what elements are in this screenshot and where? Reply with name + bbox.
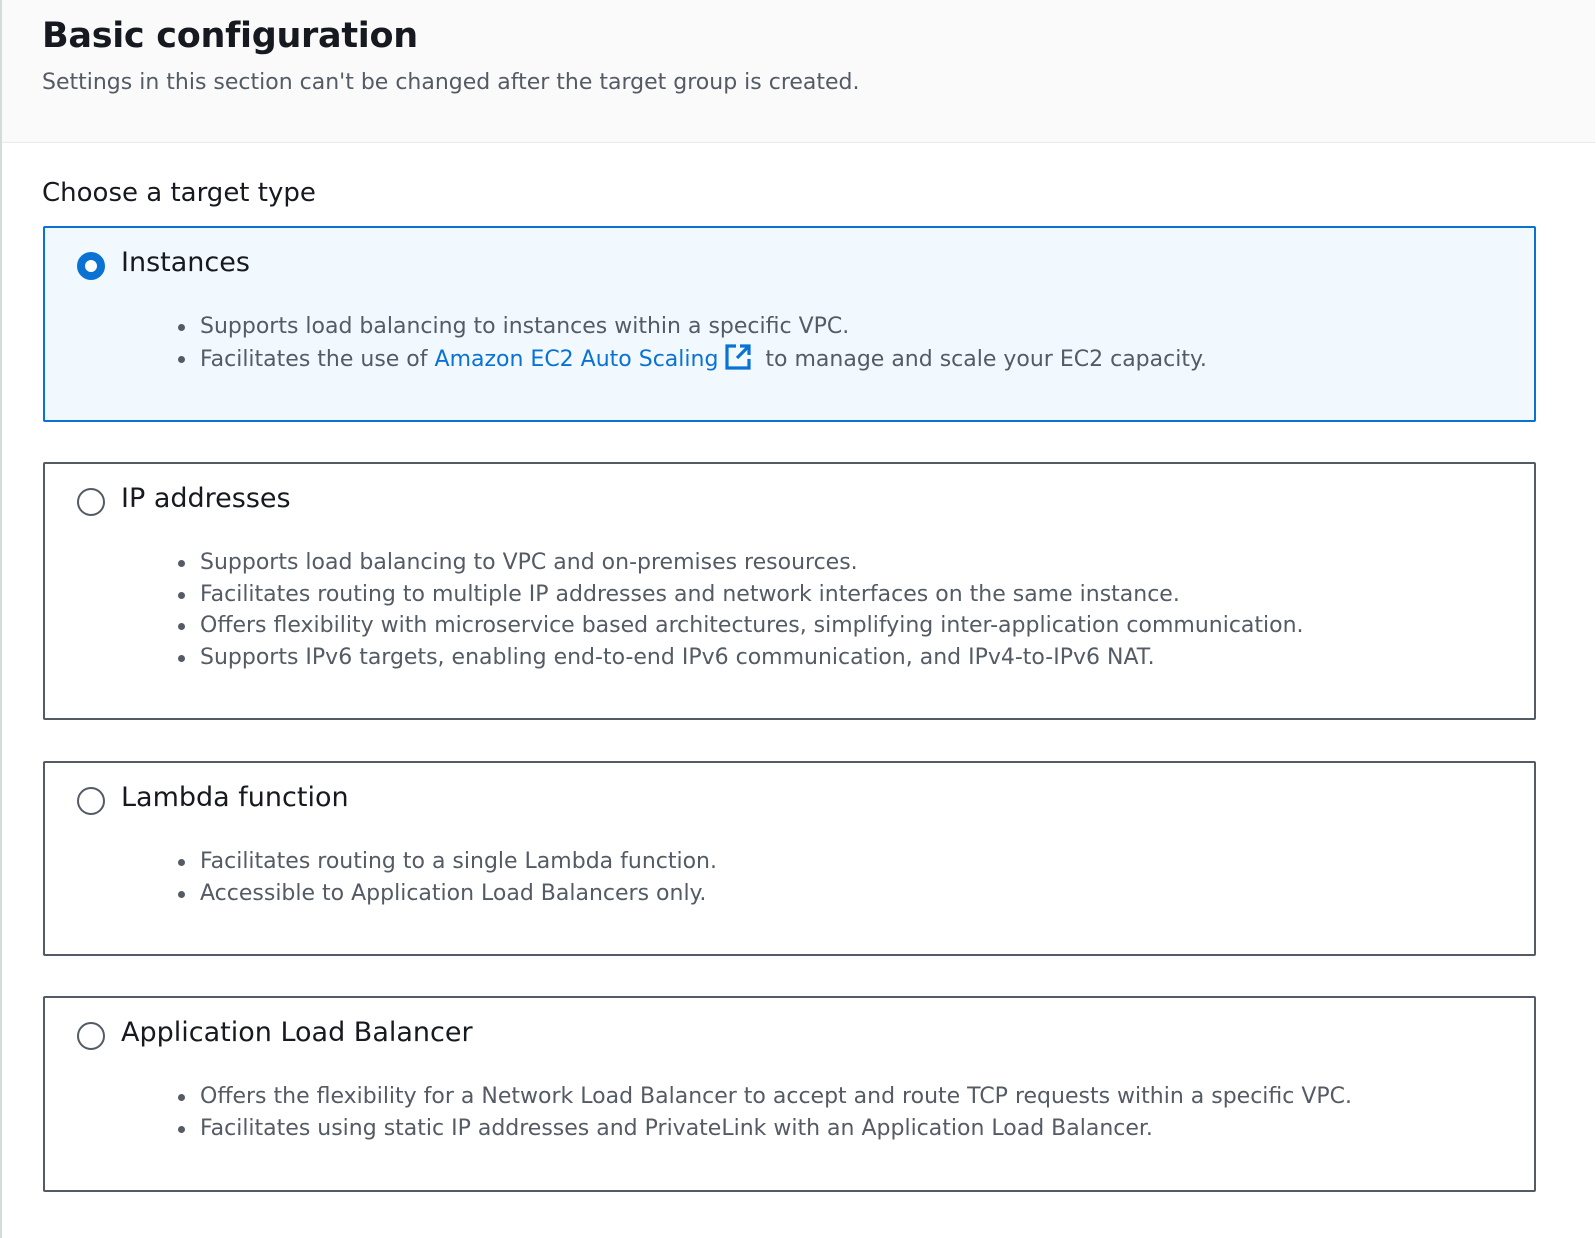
target-type-label: Choose a target type — [42, 178, 316, 208]
bullet-item: Facilitates routing to multiple IP addre… — [178, 579, 1304, 611]
option-bullets-application-load-balancer: Offers the flexibility for a Network Loa… — [177, 1081, 1352, 1145]
radio-instances-checked[interactable] — [77, 252, 105, 280]
bullet-item: Facilitates routing to a single Lambda f… — [178, 846, 717, 878]
bullet-item: Offers the flexibility for a Network Loa… — [177, 1081, 1352, 1113]
panel-title: Basic configuration — [42, 16, 418, 56]
panel-header: Basic configuration Settings in this sec… — [2, 0, 1595, 143]
external-link-icon[interactable] — [724, 343, 752, 371]
bullet-text-suffix: to manage and scale your EC2 capacity. — [758, 346, 1207, 372]
target-type-option-ip-addresses[interactable]: IP addresses Supports load balancing to … — [43, 462, 1536, 720]
target-type-option-instances[interactable]: Instances Supports load balancing to ins… — [43, 226, 1536, 422]
bullet-item: Supports load balancing to VPC and on-pr… — [178, 547, 1304, 579]
option-title-instances: Instances — [121, 247, 250, 278]
target-type-option-lambda-function[interactable]: Lambda function Facilitates routing to a… — [43, 761, 1536, 956]
bullet-item-with-link: Facilitates the use of Amazon EC2 Auto S… — [178, 343, 1207, 376]
option-bullets-instances: Supports load balancing to instances wit… — [178, 311, 1207, 376]
basic-configuration-panel: Basic configuration Settings in this sec… — [0, 0, 1595, 1238]
bullet-item: Supports load balancing to instances wit… — [178, 311, 1207, 343]
radio-lambda-function[interactable] — [77, 787, 105, 815]
bullet-item: Accessible to Application Load Balancers… — [178, 878, 717, 910]
panel-description: Settings in this section can't be change… — [42, 70, 860, 95]
bullet-text-prefix: Facilitates the use of — [200, 346, 435, 372]
amazon-ec2-auto-scaling-link[interactable]: Amazon EC2 Auto Scaling — [435, 347, 719, 372]
radio-application-load-balancer[interactable] — [77, 1022, 105, 1050]
option-title-application-load-balancer: Application Load Balancer — [121, 1017, 473, 1048]
radio-ip-addresses[interactable] — [77, 488, 105, 516]
option-title-ip-addresses: IP addresses — [121, 483, 291, 514]
bullet-item: Supports IPv6 targets, enabling end-to-e… — [178, 642, 1304, 674]
bullet-item: Offers flexibility with microservice bas… — [178, 610, 1304, 642]
option-bullets-lambda-function: Facilitates routing to a single Lambda f… — [178, 846, 717, 910]
option-title-lambda-function: Lambda function — [121, 782, 349, 813]
option-bullets-ip-addresses: Supports load balancing to VPC and on-pr… — [178, 547, 1304, 674]
target-type-option-application-load-balancer[interactable]: Application Load Balancer Offers the fle… — [43, 996, 1536, 1192]
bullet-item: Facilitates using static IP addresses an… — [177, 1113, 1352, 1145]
